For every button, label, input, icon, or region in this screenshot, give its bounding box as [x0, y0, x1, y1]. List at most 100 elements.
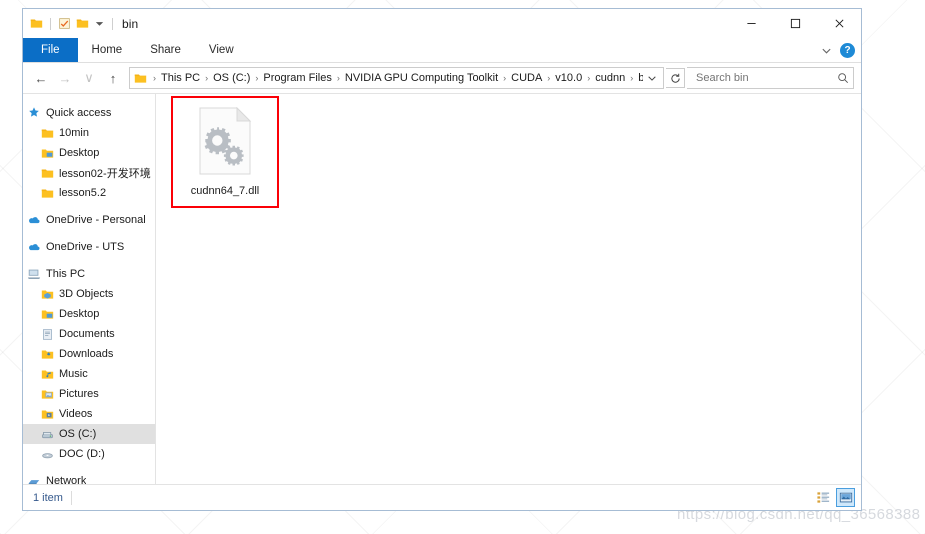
- breadcrumb-item-program-files[interactable]: Program Files: [261, 72, 333, 84]
- pin-star-icon: [27, 106, 41, 120]
- search-icon[interactable]: [837, 72, 849, 84]
- sidebar-gap-3: [23, 257, 155, 264]
- sidebar-item-3d-objects[interactable]: 3D Objects: [23, 284, 155, 304]
- onedrive-icon: [27, 213, 41, 227]
- status-bar: 1 item: [23, 484, 861, 510]
- customize-dropdown-icon[interactable]: [94, 18, 105, 29]
- sidebar-item-doc-d[interactable]: DOC (D:): [23, 444, 155, 464]
- title-bar: bin: [23, 9, 861, 38]
- sidebar-item-this-pc[interactable]: This PC: [23, 264, 155, 284]
- back-button[interactable]: ←: [30, 67, 52, 89]
- breadcrumb-separator-4: ›: [503, 73, 507, 83]
- sidebar-item-music[interactable]: Music: [23, 364, 155, 384]
- sidebar-item-quick-access[interactable]: Quick access: [23, 103, 155, 123]
- sidebar-label-onedrive-personal: OneDrive - Personal: [46, 214, 146, 226]
- sidebar-item-desktop-quick[interactable]: Desktop: [23, 143, 155, 163]
- sidebar-item-network[interactable]: Network: [23, 471, 155, 484]
- sidebar-item-pictures[interactable]: Pictures: [23, 384, 155, 404]
- ribbon-right-controls: ?: [821, 38, 855, 62]
- desktop-folder-icon: [41, 147, 54, 160]
- address-folder-icon: [134, 72, 147, 85]
- sidebar-item-10min[interactable]: 10min: [23, 123, 155, 143]
- close-button[interactable]: [817, 9, 861, 38]
- tab-home[interactable]: Home: [78, 38, 137, 62]
- folder-icon: [41, 187, 54, 200]
- sidebar-item-onedrive-personal[interactable]: OneDrive - Personal: [23, 210, 155, 230]
- sidebar-item-documents[interactable]: Documents: [23, 324, 155, 344]
- sidebar-gap-4: [23, 464, 155, 471]
- folder-icon: [41, 127, 54, 140]
- sidebar-label-10min: 10min: [59, 127, 89, 139]
- navigation-pane[interactable]: Quick access 10min Desktop lesson02-开发环境: [23, 94, 156, 484]
- sidebar-item-lesson52[interactable]: lesson5.2: [23, 183, 155, 203]
- properties-icon[interactable]: [58, 17, 71, 30]
- sidebar-gap-1: [23, 203, 155, 210]
- sidebar-label-lesson52: lesson5.2: [59, 187, 107, 199]
- network-icon: [27, 474, 41, 484]
- pictures-icon: [41, 388, 54, 401]
- 3d-objects-icon: [41, 288, 54, 301]
- address-breadcrumb-box[interactable]: › This PC › OS (C:) › Program Files › NV…: [129, 67, 664, 89]
- sidebar-item-lesson02[interactable]: lesson02-开发环境: [23, 163, 155, 183]
- breadcrumb-item-cuda[interactable]: CUDA: [509, 72, 544, 84]
- documents-icon: [41, 328, 54, 341]
- refresh-button[interactable]: [666, 68, 685, 88]
- search-input[interactable]: [694, 71, 837, 85]
- sidebar-label-music: Music: [59, 368, 88, 380]
- ribbon-tab-bar: File Home Share View ?: [23, 38, 861, 63]
- sidebar-label-lesson02: lesson02-开发环境: [59, 168, 151, 180]
- breadcrumb-separator-5: ›: [547, 73, 551, 83]
- tab-share[interactable]: Share: [136, 38, 195, 62]
- downloads-icon: [41, 348, 54, 361]
- maximize-button[interactable]: [773, 9, 817, 38]
- breadcrumb-item-this-pc[interactable]: This PC: [159, 72, 202, 84]
- dll-gears-file-icon: [197, 106, 253, 175]
- disc-drive-icon: [41, 448, 54, 461]
- new-folder-icon[interactable]: [76, 17, 89, 30]
- tab-view[interactable]: View: [195, 38, 248, 62]
- breadcrumb-separator-6: ›: [587, 73, 591, 83]
- search-box[interactable]: [687, 67, 854, 89]
- sidebar-item-desktop[interactable]: Desktop: [23, 304, 155, 324]
- recent-locations-button[interactable]: ∨: [78, 67, 100, 89]
- quick-access-toolbar: [23, 17, 115, 30]
- breadcrumb-separator-1: ›: [205, 73, 209, 83]
- sidebar-label-network: Network: [46, 475, 87, 484]
- help-icon[interactable]: ?: [840, 42, 855, 58]
- sidebar-item-os-c[interactable]: OS (C:): [23, 424, 155, 444]
- tab-file[interactable]: File: [23, 38, 78, 62]
- sidebar-label-pictures: Pictures: [59, 388, 99, 400]
- large-icons-view-button[interactable]: [836, 488, 855, 507]
- address-dropdown-icon[interactable]: [643, 69, 661, 87]
- breadcrumb: › This PC › OS (C:) › Program Files › NV…: [150, 72, 643, 84]
- file-explorer-window: bin File Home Share View ? ← → ∨ ↑ › Thi…: [22, 8, 862, 511]
- view-mode-buttons: [814, 485, 855, 510]
- sidebar-item-onedrive-uts[interactable]: OneDrive - UTS: [23, 237, 155, 257]
- breadcrumb-item-nvidia-toolkit[interactable]: NVIDIA GPU Computing Toolkit: [343, 72, 500, 84]
- desktop-folder-icon: [41, 308, 54, 321]
- minimize-button[interactable]: [729, 9, 773, 38]
- breadcrumb-separator-0: ›: [153, 73, 156, 83]
- file-list-pane[interactable]: cudnn64_7.dll: [156, 94, 861, 484]
- sidebar-item-videos[interactable]: Videos: [23, 404, 155, 424]
- sidebar-item-downloads[interactable]: Downloads: [23, 344, 155, 364]
- breadcrumb-item-v10[interactable]: v10.0: [553, 72, 584, 84]
- file-name-label: cudnn64_7.dll: [190, 185, 260, 197]
- details-view-button[interactable]: [814, 488, 833, 507]
- hard-drive-icon: [41, 428, 54, 441]
- breadcrumb-item-bin[interactable]: bin: [636, 72, 643, 84]
- sidebar-label-videos: Videos: [59, 408, 93, 420]
- breadcrumb-separator-2: ›: [255, 73, 259, 83]
- sidebar-label-documents: Documents: [59, 328, 115, 340]
- folder-icon[interactable]: [30, 17, 43, 30]
- forward-button[interactable]: →: [54, 67, 76, 89]
- up-button[interactable]: ↑: [102, 67, 124, 89]
- videos-icon: [41, 408, 54, 421]
- breadcrumb-item-os-c[interactable]: OS (C:): [211, 72, 252, 84]
- file-item-cudnn-dll[interactable]: cudnn64_7.dll: [180, 106, 270, 197]
- window-controls: [729, 9, 861, 38]
- sidebar-label-3d-objects: 3D Objects: [59, 288, 114, 300]
- window-title: bin: [122, 16, 139, 31]
- breadcrumb-item-cudnn[interactable]: cudnn: [593, 72, 627, 84]
- chevron-down-icon[interactable]: [821, 45, 832, 56]
